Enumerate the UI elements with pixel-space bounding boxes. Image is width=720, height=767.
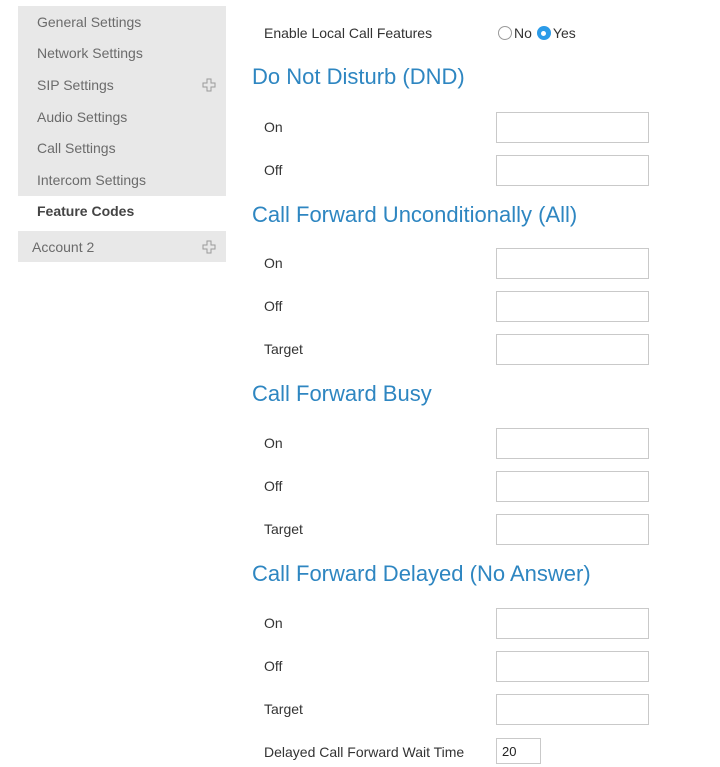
sidebar-item-label: Audio Settings [37, 108, 128, 125]
cfa-on-label: On [264, 255, 283, 271]
section-title-dnd: Do Not Disturb (DND) [252, 64, 465, 89]
plus-icon[interactable] [202, 240, 216, 254]
sidebar-group: General Settings Network Settings SIP Se… [18, 6, 226, 228]
sidebar: General Settings Network Settings SIP Se… [18, 6, 226, 263]
cfa-off-label: Off [264, 298, 283, 314]
cfd-wait-row: Delayed Call Forward Wait Time [264, 744, 464, 760]
cfd-on-label: On [264, 615, 283, 631]
sidebar-item-label: Feature Codes [37, 203, 135, 220]
local-call-features-label: Enable Local Call Features [264, 25, 433, 41]
dnd-on-label: On [264, 119, 283, 135]
section-title-cfd: Call Forward Delayed (No Answer) [252, 561, 591, 586]
cfa-on-input[interactable] [496, 248, 649, 279]
cfd-target-input[interactable] [496, 694, 649, 725]
sidebar-item-call-settings[interactable]: Call Settings [18, 132, 226, 164]
cfa-off-input[interactable] [496, 291, 649, 322]
cfd-wait-time-input[interactable] [496, 738, 541, 764]
cfb-on-row: On [264, 435, 283, 451]
cfb-on-label: On [264, 435, 283, 451]
cfd-on-row: On [264, 615, 283, 631]
dnd-on-input[interactable] [496, 112, 649, 143]
sidebar-item-label: Call Settings [37, 140, 116, 157]
sidebar-item-sip-settings[interactable]: SIP Settings [18, 69, 226, 101]
radio-no[interactable] [498, 26, 512, 40]
cfd-wait-label: Delayed Call Forward Wait Time [264, 744, 465, 760]
cfb-target-row: Target [264, 521, 303, 537]
radio-yes-label: Yes [552, 25, 576, 41]
section-title-cfa: Call Forward Unconditionally (All) [252, 202, 578, 227]
cfd-off-input[interactable] [496, 651, 649, 682]
cfd-on-input[interactable] [496, 608, 649, 639]
cfb-on-input[interactable] [496, 428, 649, 459]
cfd-target-row: Target [264, 701, 303, 717]
cfb-off-label: Off [264, 478, 283, 494]
sidebar-item-label: General Settings [37, 13, 142, 30]
cfb-target-input[interactable] [496, 514, 649, 545]
sidebar-item-label: SIP Settings [37, 76, 114, 93]
section-title-cfb: Call Forward Busy [252, 381, 432, 406]
cfa-target-label: Target [264, 341, 303, 357]
local-call-features-radio-group: No Yes [498, 25, 579, 41]
dnd-off-input[interactable] [496, 155, 649, 186]
radio-yes[interactable] [536, 26, 551, 40]
dnd-on-row: On [264, 119, 283, 135]
sidebar-item-intercom-settings[interactable]: Intercom Settings [18, 164, 226, 196]
cfd-off-label: Off [264, 658, 283, 674]
cfa-on-row: On [264, 255, 283, 271]
sidebar-item-label: Network Settings [37, 45, 143, 62]
cfd-off-row: Off [264, 658, 282, 674]
cfb-target-label: Target [264, 521, 303, 537]
cfa-target-input[interactable] [496, 334, 649, 365]
plus-icon[interactable] [202, 78, 216, 92]
radio-no-label: No [514, 25, 532, 41]
cfd-target-label: Target [264, 701, 303, 717]
cfa-off-row: Off [264, 298, 282, 314]
cfb-off-row: Off [264, 478, 282, 494]
dnd-off-label: Off [264, 162, 283, 178]
sidebar-item-audio-settings[interactable]: Audio Settings [18, 101, 226, 133]
sidebar-item-general-settings[interactable]: General Settings [18, 6, 226, 38]
local-call-features-row: Enable Local Call Features [264, 25, 432, 41]
dnd-off-row: Off [264, 162, 282, 178]
sidebar-item-account-2[interactable]: Account 2 [18, 231, 226, 263]
sidebar-item-feature-codes[interactable]: Feature Codes [18, 195, 226, 228]
cfb-off-input[interactable] [496, 471, 649, 502]
sidebar-item-label: Account 2 [32, 238, 95, 255]
sidebar-item-network-settings[interactable]: Network Settings [18, 38, 226, 70]
sidebar-item-label: Intercom Settings [37, 171, 146, 188]
cfa-target-row: Target [264, 341, 303, 357]
